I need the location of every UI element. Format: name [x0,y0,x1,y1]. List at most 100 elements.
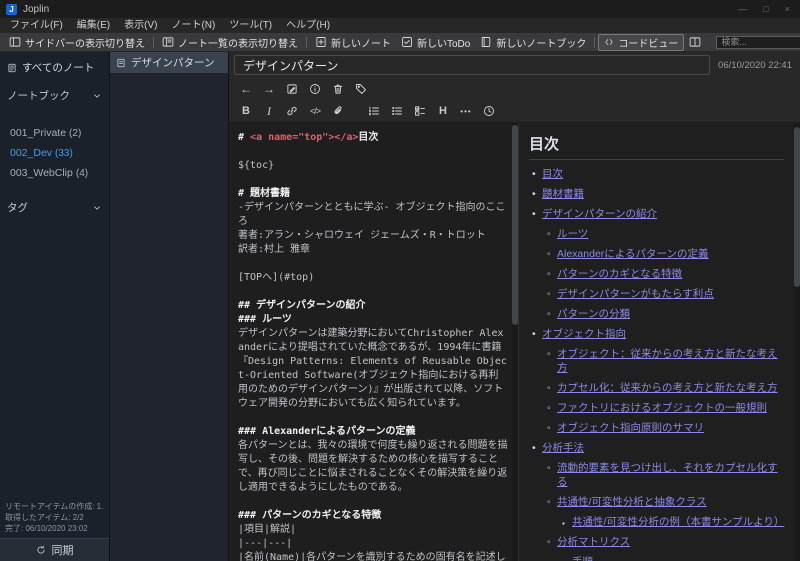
toc-link[interactable]: デザインパターンがもたらす利点 [557,288,714,300]
notebook-item[interactable]: 003_WebClip (4) [0,163,109,183]
hyperlink-button[interactable] [282,102,302,120]
viewer-scrollbar[interactable] [794,123,800,561]
editor-line: |項目|解説| [238,524,297,535]
editor-scrollbar[interactable] [512,123,518,561]
menu-help[interactable]: ヘルプ(H) [279,18,337,33]
search-area [716,35,800,49]
toc-item: 分析マトリクス手順シナリオに基づく分析例シナリオ変化する概念と共通性のポイントを… [547,535,784,561]
sync-button[interactable]: 同期 [0,538,109,561]
toc-link[interactable]: カプセル化：従来からの考え方と新たな考え方 [557,382,778,394]
toc-item: パターンのカギとなる特徴 [547,267,784,281]
toc-link[interactable]: オブジェクト指向原則のサマリ [557,422,704,434]
toc-link[interactable]: オブジェクト：従来からの考え方と新たな考え方 [557,348,778,374]
sidebar-item-all-notes[interactable]: すべてのノート [0,52,109,81]
toc-link[interactable]: デザインパターンの紹介 [542,208,657,220]
toc-link[interactable]: パターンの分類 [557,308,630,320]
notebooks-header[interactable]: ノートブック [0,81,109,110]
toggle-notelist-button[interactable]: ノート一覧の表示切り替え [157,34,303,51]
notebook-item[interactable]: 001_Private (2) [0,123,109,143]
editor-line: 訳者:村上 雅章 [238,244,311,255]
toc-link[interactable]: 流動的要素を見つけ出し、それをカプセル化する [557,462,778,488]
numbered-list-button[interactable] [364,102,384,120]
maximize-button[interactable]: □ [763,4,768,14]
toc-item: Alexanderによるパターンの定義 [547,247,784,261]
clock-icon [484,106,494,116]
toc-item: パターンの分類 [547,307,784,321]
bold-button[interactable]: B [236,102,256,120]
chevron-down-icon[interactable] [92,91,102,101]
new-notebook-button[interactable]: 新しいノートブック [475,34,591,51]
back-button[interactable]: ← [236,80,256,98]
external-edit-button[interactable] [282,80,302,98]
attach-file-button[interactable] [328,102,348,120]
toc-link[interactable]: 分析マトリクス [557,536,630,548]
toc-link[interactable]: Alexanderによるパターンの定義 [557,248,708,260]
toc-link[interactable]: ファクトリにおけるオブジェクトの一般規則 [557,402,767,414]
editor-layout-button[interactable] [684,35,706,49]
close-button[interactable]: × [785,4,790,14]
minimize-button[interactable]: — [738,4,747,14]
viewer-scrollbar-thumb[interactable] [794,127,800,287]
editor-line: |名前(Name)|各パターンを識別するための固有名を記述します。| [238,552,506,561]
menu-file[interactable]: ファイル(F) [3,18,70,33]
note-list-item[interactable]: デザインパターン [110,52,228,73]
editor-scrollbar-thumb[interactable] [512,125,518,325]
sync-status-line: 取得したアイテム: 2/2 [5,513,84,522]
toc-item: ファクトリにおけるオブジェクトの一般規則 [547,401,784,415]
toc-link[interactable]: 共通性/可変性分析と抽象クラス [557,496,707,508]
insert-datetime-button[interactable] [479,102,499,120]
tags-button[interactable] [351,80,371,98]
toggle-sidebar-button[interactable]: サイドバーの表示切り替え [4,34,150,51]
new-todo-button[interactable]: 新しいToDo [396,34,475,51]
bullet-list-button[interactable] [387,102,407,120]
toc-link[interactable]: 目次 [542,168,563,180]
toc-link[interactable]: 手順 [572,556,593,561]
toolbar-separator [153,36,154,48]
note-panel: 06/10/2020 22:41 ← → B [229,52,800,561]
toc-link[interactable]: オブジェクト指向 [542,328,626,340]
menu-tools[interactable]: ツール(T) [222,18,279,33]
notebook-item[interactable]: 002_Dev (33) [0,143,109,163]
sync-status: リモートアイテムの作成: 1. 取得したアイテム: 2/2 完了: 06/10/… [0,501,109,538]
chevron-down-icon[interactable] [92,203,102,213]
link-icon [287,106,297,116]
toc-link[interactable]: 題材書籍 [542,188,584,200]
menu-edit[interactable]: 編集(E) [70,18,117,33]
search-input[interactable] [716,35,800,49]
toc-item: ルーツ [547,227,784,241]
tags-header-label: タグ [7,202,28,214]
note-properties-button[interactable] [305,80,325,98]
editor-line: ${toc} [238,160,275,171]
inline-code-button[interactable]: </> [305,102,325,120]
editor-line: -デザインパターンとともに学ぶ- オブジェクト指向のこころ [238,202,506,227]
tags-header[interactable]: タグ [0,193,109,222]
new-note-button[interactable]: 新しいノート [310,34,396,51]
forward-button[interactable]: → [259,80,279,98]
toc-link[interactable]: 共通性/可変性分析の例（本書サンプルより） [572,516,784,528]
markdown-editor[interactable]: # <a name="top"></a>目次 ${toc} # 題材書籍 -デザインパ… [229,123,518,561]
editor-line: ## デザインパターンの紹介 [238,300,366,311]
menu-note[interactable]: ノート(N) [164,18,222,33]
delete-note-button[interactable] [328,80,348,98]
editor-content: # <a name="top"></a>目次 ${toc} # 題材書籍 -デザインパ… [238,131,508,561]
code-view-button[interactable]: コードビュー [598,33,685,51]
italic-button[interactable]: I [259,102,279,120]
toc-link[interactable]: ルーツ [557,228,588,240]
menu-view[interactable]: 表示(V) [117,18,164,33]
menubar: ファイル(F) 編集(E) 表示(V) ノート(N) ツール(T) ヘルプ(H) [0,18,800,33]
checkbox-list-button[interactable] [410,102,430,120]
editor-line: 各パターンとは、我々の環境で何度も繰り返される問題を描写し、その後、問題を解決す… [238,440,508,493]
info-icon [310,84,320,94]
heading-button[interactable]: H [433,102,453,120]
note-title-input[interactable] [234,55,711,75]
toc-link[interactable]: パターンのカギとなる特徴 [557,268,682,280]
toc-item: 分析手法流動的要素を見つけ出し、それをカプセル化する共通性/可変性分析と抽象クラ… [532,441,784,561]
horizontal-rule-button[interactable]: ••• [456,102,476,120]
editor-line: ### ルーツ [238,314,292,325]
joplin-logo-icon: J [6,3,17,15]
numbered-list-icon [369,106,379,116]
toc-link[interactable]: 分析手法 [542,442,584,454]
new-note-icon [316,37,326,47]
